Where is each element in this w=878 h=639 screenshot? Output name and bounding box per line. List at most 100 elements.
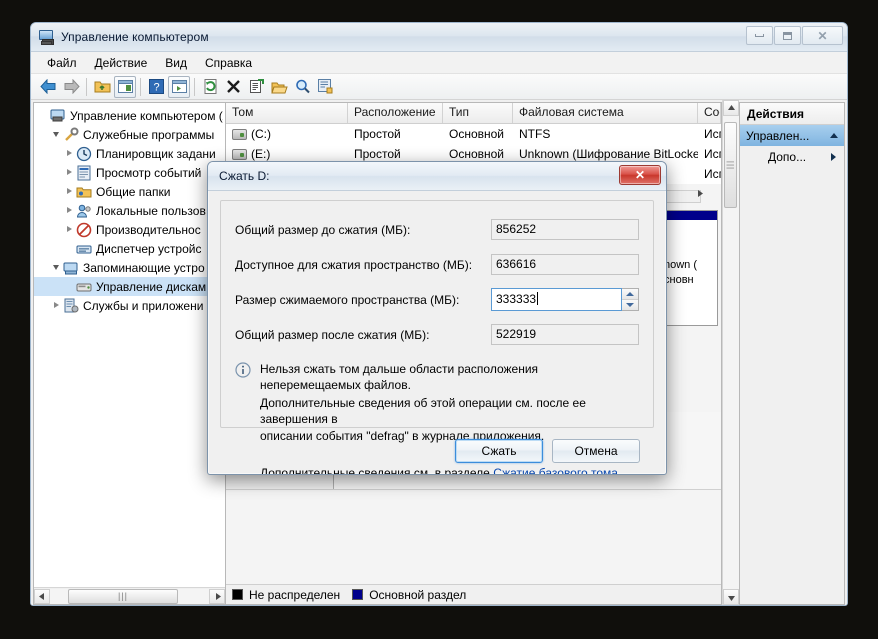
tree-horizontal-scrollbar[interactable]: ||| (34, 587, 225, 604)
volume-cell-filesystem: Unknown (Шифрование BitLocker) (519, 147, 698, 161)
window-titlebar[interactable]: Управление компьютером ✕ (31, 23, 847, 52)
column-header-filesystem[interactable]: Файловая система (513, 103, 698, 123)
toolbar-separator (86, 77, 87, 96)
dialog-field-label: Размер сжимаемого пространства (МБ): (235, 292, 460, 307)
tree-item[interactable]: Производительнос (34, 220, 225, 239)
tree-item[interactable]: Службы и приложени (34, 296, 225, 315)
tree-item-label: Запоминающие устро (83, 260, 205, 275)
action-item-disk-management[interactable]: Управлен... (740, 125, 844, 146)
menu-file[interactable]: Файл (39, 54, 85, 72)
tree-twisty-expanded-icon[interactable] (49, 132, 63, 137)
partition-type-text: сновн (664, 273, 694, 286)
disk-management-icon (76, 279, 92, 295)
partition-text: nown ( сновн (659, 220, 717, 292)
tree-twisty-collapsed-icon[interactable] (62, 169, 76, 176)
drive-icon (232, 128, 247, 140)
volume-cell-type: Основной (449, 127, 505, 141)
info-line-1: Нельзя сжать том дальше области располож… (260, 362, 539, 393)
dialog-titlebar[interactable]: Сжать D: ✕ (208, 162, 666, 191)
dialog-field-label: Доступное для сжатия пространство (МБ): (235, 257, 473, 272)
shrink-amount-input[interactable]: 333333 (491, 288, 622, 311)
scroll-thumb[interactable]: ||| (68, 588, 178, 604)
scroll-thumb-vertical[interactable]: ||| (724, 122, 737, 208)
tree-item[interactable]: Служебные программы (34, 125, 225, 144)
volume-row[interactable]: (C:) Простой Основной NTFS Исправен ( (226, 124, 721, 144)
window-controls: ✕ (746, 26, 843, 45)
tree-twisty-collapsed-icon[interactable] (62, 188, 76, 195)
delete-icon[interactable] (222, 76, 244, 98)
tree-item[interactable]: Просмотр событий (34, 163, 225, 182)
tree-item[interactable]: Планировщик задани (34, 144, 225, 163)
screenshot-root: Управление компьютером ✕ Файл Действие В… (0, 0, 878, 639)
legend-label-primary: Основной раздел (369, 587, 467, 602)
toolbar-separator (140, 77, 141, 96)
center-vertical-scrollbar[interactable]: ||| (722, 100, 739, 605)
tree-item[interactable]: Локальные пользов (34, 201, 225, 220)
cancel-button[interactable]: Отмена (552, 439, 640, 463)
quantity-stepper[interactable] (622, 288, 639, 311)
stepper-up-button[interactable] (622, 289, 638, 299)
up-folder-icon[interactable] (91, 76, 113, 98)
column-header-volume[interactable]: Том (226, 103, 348, 123)
actions-pane: Действия Управлен... Допо... (739, 102, 845, 605)
shared-folders-icon (76, 184, 92, 200)
menu-view[interactable]: Вид (157, 54, 195, 72)
scroll-up-arrow-icon[interactable] (723, 100, 739, 116)
column-header-layout[interactable]: Расположение (348, 103, 443, 123)
refresh-icon[interactable] (199, 76, 221, 98)
dialog-close-button[interactable]: ✕ (619, 165, 661, 185)
menu-help[interactable]: Справка (197, 54, 260, 72)
partition-block[interactable]: nown ( сновн (658, 210, 718, 326)
close-button[interactable]: ✕ (802, 26, 843, 45)
column-header-status[interactable]: Состояние (698, 103, 721, 123)
close-icon: ✕ (634, 168, 646, 182)
tree-twisty-collapsed-icon[interactable] (62, 226, 76, 233)
tree-twisty-collapsed-icon[interactable] (49, 302, 63, 309)
tree-twisty-collapsed-icon[interactable] (62, 150, 76, 157)
action-item-label: Управлен... (746, 128, 810, 143)
dialog-field-row: Размер сжимаемого пространства (МБ): 3333… (235, 285, 639, 314)
back-arrow-icon[interactable] (37, 76, 59, 98)
show-tree-pane-icon[interactable] (114, 75, 136, 98)
dialog-fields: Общий размер до сжатия (МБ): 856252 Доступ… (235, 215, 639, 355)
console-tree: Управление компьютером (л Служебные прогр… (34, 103, 225, 587)
scroll-track-vertical[interactable]: ||| (723, 116, 739, 589)
properties-icon[interactable] (245, 76, 267, 98)
tree-item-label: Службы и приложени (83, 298, 204, 313)
help-icon[interactable]: ? (145, 76, 167, 98)
tree-item[interactable]: Запоминающие устро (34, 258, 225, 277)
stepper-down-button[interactable] (622, 299, 638, 310)
scroll-down-arrow-icon[interactable] (723, 589, 739, 605)
shrink-button[interactable]: Сжать (455, 439, 543, 463)
scroll-track[interactable]: ||| (50, 588, 209, 604)
users-icon (76, 203, 92, 219)
column-header-type[interactable]: Тип (443, 103, 513, 123)
restore-button[interactable] (774, 26, 801, 45)
tree-twisty-collapsed-icon[interactable] (62, 207, 76, 214)
tree-item-label: Общие папки (96, 184, 171, 199)
open-folder-icon[interactable] (268, 76, 290, 98)
search-icon[interactable] (291, 76, 313, 98)
report-icon[interactable] (314, 76, 336, 98)
tree-twisty-expanded-icon[interactable] (49, 265, 63, 270)
tree-item[interactable]: Диспетчер устройс (34, 239, 225, 258)
scroll-right-arrow-icon[interactable] (696, 184, 706, 197)
dialog-group-box: Общий размер до сжатия (МБ): 856252 Доступ… (220, 200, 654, 474)
forward-arrow-icon[interactable] (60, 76, 82, 98)
volume-cell-status: Исправен ( (704, 147, 721, 161)
computer-management-icon (39, 29, 55, 45)
partition-color-bar (659, 211, 717, 220)
action-item-more[interactable]: Допо... (740, 146, 844, 167)
show-action-pane-icon[interactable] (168, 75, 190, 98)
scroll-left-arrow-icon[interactable] (34, 588, 50, 604)
grip-icon: ||| (117, 591, 128, 601)
tree-item[interactable]: Управление компьютером (л (34, 106, 225, 125)
tree-item[interactable]: Управление дискам (34, 277, 225, 296)
tree-item[interactable]: Общие папки (34, 182, 225, 201)
menu-action[interactable]: Действие (87, 54, 156, 72)
partition-legend: Не распределен Основной раздел (226, 584, 721, 604)
volume-cell-name: (E:) (226, 147, 348, 161)
scroll-right-arrow-icon[interactable] (209, 588, 225, 604)
minimize-button[interactable] (746, 26, 773, 45)
tools-icon (63, 127, 79, 143)
